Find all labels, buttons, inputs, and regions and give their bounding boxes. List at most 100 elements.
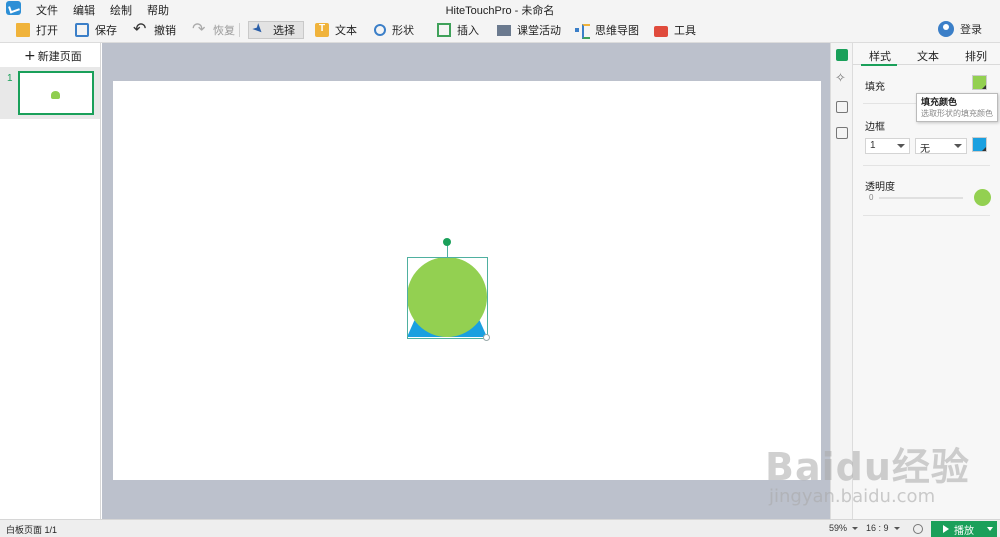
plus-icon: + xyxy=(24,48,36,64)
undo-button[interactable]: 撤销 xyxy=(133,19,176,39)
selection-box xyxy=(407,257,488,339)
mind-map-button[interactable]: 思维导图 xyxy=(575,21,639,39)
zoom-value: 59% xyxy=(829,523,848,533)
text-icon xyxy=(315,23,329,37)
tab-text[interactable]: 文本 xyxy=(917,48,939,64)
select-label: 选择 xyxy=(273,25,295,37)
undo-icon xyxy=(133,19,148,38)
insert-button[interactable]: 插入 xyxy=(437,21,479,39)
border-width-value: 1 xyxy=(870,140,876,151)
pages-panel: + 新建页面 1 xyxy=(0,43,101,519)
menu-bar: 文件 编辑 绘制 帮助 xyxy=(36,2,184,18)
tools-button[interactable]: 工具 xyxy=(654,21,696,39)
folder-icon xyxy=(16,23,30,37)
border-width-select[interactable]: 1 xyxy=(865,138,910,154)
chevron-down-icon xyxy=(893,527,900,531)
save-label: 保存 xyxy=(95,25,117,37)
menu-edit[interactable]: 编辑 xyxy=(73,2,95,18)
menu-file[interactable]: 文件 xyxy=(36,2,58,18)
fit-screen-icon[interactable] xyxy=(913,524,923,534)
toolbar-divider xyxy=(239,23,240,37)
shape-label: 形状 xyxy=(392,25,414,37)
new-page-button[interactable]: + 新建页面 xyxy=(24,48,82,64)
present-button[interactable]: 播放 xyxy=(931,521,997,537)
tooltip-title: 填充颜色 xyxy=(921,97,958,107)
tab-style[interactable]: 样式 xyxy=(861,48,897,66)
vertical-scrollbar[interactable] xyxy=(821,43,830,519)
zoom-select[interactable]: 59% xyxy=(829,523,859,533)
menu-help[interactable]: 帮助 xyxy=(147,2,169,18)
rotation-handle[interactable] xyxy=(443,238,451,246)
text-label: 文本 xyxy=(335,25,357,37)
opacity-color-preview[interactable] xyxy=(974,189,991,206)
save-button[interactable]: 保存 xyxy=(75,21,117,39)
effects-icon[interactable] xyxy=(835,71,848,87)
toolbox-icon xyxy=(654,25,668,37)
select-tool-button[interactable]: 选择 xyxy=(248,21,304,39)
user-icon xyxy=(938,21,954,37)
border-color-swatch[interactable] xyxy=(972,137,987,152)
class-activity-label: 课堂活动 xyxy=(517,25,561,37)
opacity-value: 0 xyxy=(869,193,874,202)
login-label: 登录 xyxy=(960,24,982,36)
border-style-select[interactable]: 无 xyxy=(915,138,967,155)
shape-icon xyxy=(374,24,386,36)
fill-label: 填充 xyxy=(865,82,885,93)
redo-icon xyxy=(192,19,207,38)
play-icon xyxy=(943,525,949,533)
undo-label: 撤销 xyxy=(154,25,176,37)
insert-label: 插入 xyxy=(457,25,479,37)
opacity-slider[interactable] xyxy=(879,197,963,199)
canvas-area xyxy=(102,43,830,519)
mind-map-label: 思维导图 xyxy=(595,25,639,37)
fill-color-swatch[interactable] xyxy=(972,75,987,90)
new-page-label: 新建页面 xyxy=(37,51,82,63)
divider xyxy=(863,215,990,216)
aspect-ratio-value: 16 : 9 xyxy=(866,523,889,533)
menu-draw[interactable]: 绘制 xyxy=(110,2,132,18)
resize-handle[interactable] xyxy=(483,334,490,341)
present-label: 播放 xyxy=(954,525,974,537)
open-label: 打开 xyxy=(36,25,58,37)
class-activity-button[interactable]: 课堂活动 xyxy=(497,21,561,39)
open-button[interactable]: 打开 xyxy=(16,21,58,39)
aspect-ratio-select[interactable]: 16 : 9 xyxy=(866,523,900,533)
title-bar: 文件 编辑 绘制 帮助 HiteTouchPro - 未命名 xyxy=(0,0,1000,17)
status-bar: 白板页面 1/1 59% 16 : 9 播放 xyxy=(0,519,1000,537)
redo-button[interactable]: 恢复 xyxy=(192,19,235,39)
property-side-tabs xyxy=(830,43,853,519)
tools-label: 工具 xyxy=(674,25,696,37)
shape-tool-button[interactable]: 形状 xyxy=(374,21,414,39)
tooltip-description: 选取形状的填充颜色 xyxy=(921,109,993,118)
chevron-down-icon xyxy=(852,527,859,531)
classroom-icon xyxy=(497,24,511,36)
mind-map-icon xyxy=(575,23,590,39)
thumbnail-shape xyxy=(51,91,60,99)
border-style-value: 无 xyxy=(920,144,930,155)
style-panel-icon[interactable] xyxy=(836,49,848,61)
toolbar: 打开 保存 撤销 恢复 选择 文本 形状 插入 课堂活动 思维导图 工具 xyxy=(0,17,1000,43)
divider xyxy=(863,165,990,166)
insert-image-icon xyxy=(437,23,451,37)
cursor-arrow-icon xyxy=(253,23,267,37)
layers-icon[interactable] xyxy=(836,101,848,113)
page-info: 白板页面 1/1 xyxy=(6,525,58,535)
properties-tabs: 样式 文本 排列 xyxy=(853,43,1000,66)
page-number: 1 xyxy=(7,73,13,84)
login-button[interactable]: 登录 xyxy=(938,21,982,37)
text-tool-button[interactable]: 文本 xyxy=(315,21,357,39)
tab-arrange[interactable]: 排列 xyxy=(965,48,987,64)
page-thumbnail[interactable] xyxy=(18,71,94,115)
chevron-down-icon[interactable] xyxy=(987,527,993,531)
app-logo-icon xyxy=(6,1,21,15)
chevron-down-icon xyxy=(954,144,962,148)
chevron-down-icon xyxy=(897,144,905,148)
redo-label: 恢复 xyxy=(213,25,235,37)
save-icon xyxy=(75,23,89,37)
fill-color-tooltip: 填充颜色 选取形状的填充颜色 xyxy=(916,93,998,122)
opacity-label: 透明度 xyxy=(865,182,895,193)
border-label: 边框 xyxy=(865,122,885,133)
resources-icon[interactable] xyxy=(836,127,848,139)
page-list-item[interactable]: 1 xyxy=(0,67,100,119)
whiteboard-slide[interactable] xyxy=(113,81,821,480)
